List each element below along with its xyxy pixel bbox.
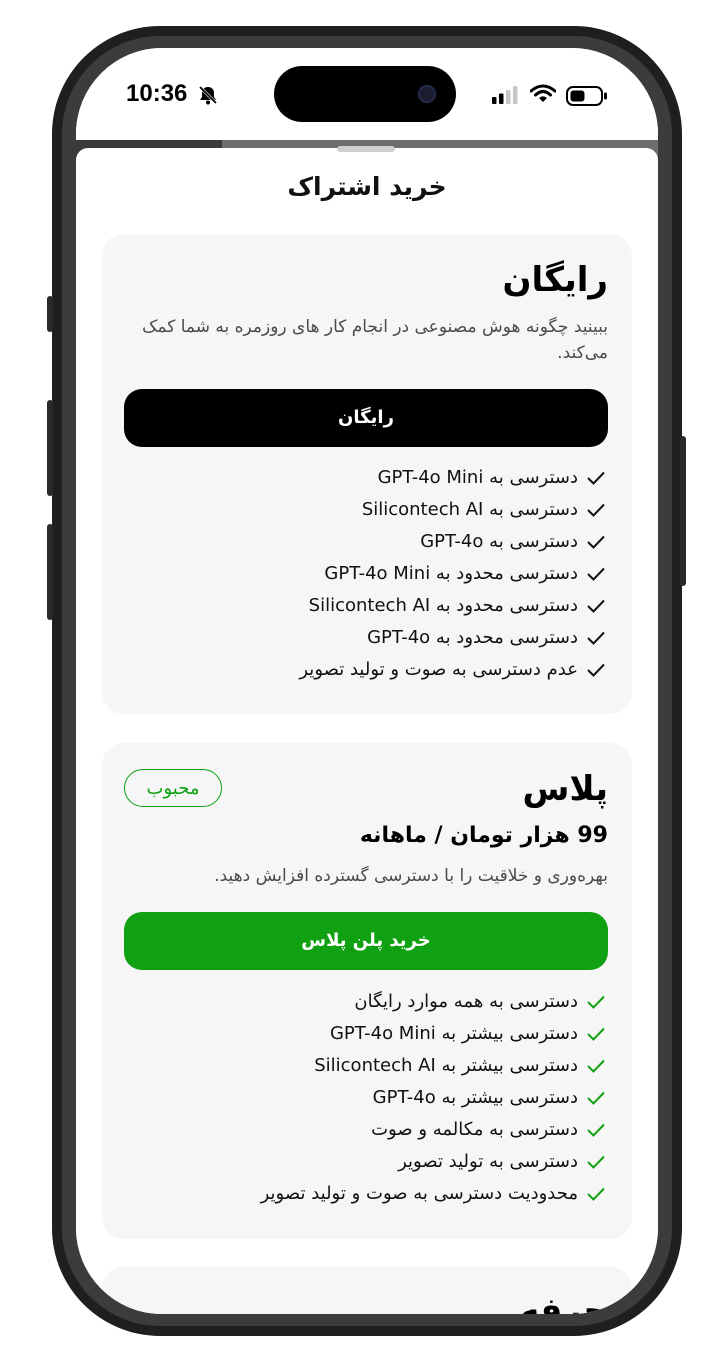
feature-label: دسترسی محدود به GPT-4o (367, 627, 578, 648)
feature-item: دسترسی به GPT-4o Mini (299, 462, 608, 494)
bell-muted-icon (197, 84, 219, 110)
feature-item: دسترسی بیشتر به GPT-4o Mini (261, 1018, 608, 1050)
feature-item: دسترسی محدود به GPT-4o Mini (299, 558, 608, 590)
sheet-drag-handle[interactable] (337, 146, 395, 152)
check-icon (584, 1082, 608, 1114)
feature-item: دسترسی بیشتر به Silicontech AI (261, 1050, 608, 1082)
feature-item: محدودیت دسترسی به صوت و تولید تصویر (261, 1178, 608, 1210)
feature-item: دسترسی به تولید تصویر (261, 1146, 608, 1178)
check-icon (584, 622, 608, 654)
plan-description: بهره‌وری و خلاقیت را با دسترسی گسترده اف… (214, 866, 608, 886)
wifi-icon (529, 84, 557, 108)
plan-name: رایگان (502, 260, 608, 300)
check-icon (584, 986, 608, 1018)
feature-item: دسترسی به Silicontech AI (299, 494, 608, 526)
plan-name: پلاس (522, 769, 609, 809)
plan-description: ببینید چگونه هوش مصنوعی در انجام کار های… (142, 317, 608, 363)
feature-label: دسترسی محدود به Silicontech AI (308, 595, 578, 616)
battery-icon (566, 86, 608, 110)
volume-up-button (47, 400, 53, 496)
buy-plus-button[interactable]: خرید پلن پلاس (124, 912, 608, 970)
front-camera (418, 85, 436, 103)
feature-list: دسترسی به GPT-4o Mini دسترسی به Silicont… (299, 462, 608, 686)
check-icon (584, 526, 608, 558)
status-bar: 10:36 (76, 48, 658, 140)
feature-label: دسترسی بیشتر به GPT-4o (372, 1087, 578, 1108)
feature-item: دسترسی محدود به Silicontech AI (299, 590, 608, 622)
check-icon (584, 494, 608, 526)
plan-card-next: حرفه (102, 1267, 632, 1314)
check-icon (584, 462, 608, 494)
check-icon (584, 590, 608, 622)
feature-label: دسترسی به مکالمه و صوت (371, 1119, 578, 1140)
feature-label: دسترسی محدود به GPT-4o Mini (324, 563, 578, 584)
check-icon (584, 654, 608, 686)
feature-item: دسترسی به همه موارد رایگان (261, 986, 608, 1018)
check-icon (584, 558, 608, 590)
sheet-title: خرید اشتراک (287, 172, 447, 201)
feature-label: محدودیت دسترسی به صوت و تولید تصویر (260, 1183, 578, 1204)
plan-name: حرفه (519, 1291, 608, 1314)
feature-label: دسترسی بیشتر به Silicontech AI (314, 1055, 578, 1076)
feature-label: دسترسی بیشتر به GPT-4o Mini (329, 1023, 578, 1044)
feature-item: دسترسی بیشتر به GPT-4o (261, 1082, 608, 1114)
power-button (680, 436, 686, 586)
screen: 10:36 خرید اشتراک رایگان ببینید چگونه هو… (76, 48, 658, 1314)
feature-item: عدم دسترسی به صوت و تولید تصویر (299, 654, 608, 686)
feature-label: دسترسی به Silicontech AI (361, 499, 578, 520)
feature-label: دسترسی به تولید تصویر (398, 1151, 578, 1172)
feature-item: دسترسی به GPT-4o (299, 526, 608, 558)
status-time: 10:36 (126, 80, 188, 107)
feature-label: دسترسی به GPT-4o Mini (377, 467, 578, 488)
check-icon (584, 1114, 608, 1146)
feature-label: دسترسی به همه موارد رایگان (354, 991, 578, 1012)
check-icon (584, 1050, 608, 1082)
feature-label: دسترسی به GPT-4o (420, 531, 578, 552)
check-icon (584, 1178, 608, 1210)
feature-item: دسترسی محدود به GPT-4o (299, 622, 608, 654)
popular-badge: محبوب (124, 769, 222, 807)
plan-card-free: رایگان ببینید چگونه هوش مصنوعی در انجام … (102, 234, 632, 714)
feature-list: دسترسی به همه موارد رایگان دسترسی بیشتر … (261, 986, 608, 1210)
silent-switch (47, 296, 53, 332)
feature-label: عدم دسترسی به صوت و تولید تصویر (299, 659, 578, 680)
feature-item: دسترسی به مکالمه و صوت (261, 1114, 608, 1146)
check-icon (584, 1146, 608, 1178)
plan-price: 99 هزار تومان / ماهانه (359, 823, 608, 848)
free-plan-button[interactable]: رایگان (124, 389, 608, 447)
volume-down-button (47, 524, 53, 620)
cellular-signal-icon (492, 86, 520, 108)
plan-card-plus: پلاس محبوب 99 هزار تومان / ماهانه بهره‌و… (102, 743, 632, 1239)
check-icon (584, 1018, 608, 1050)
